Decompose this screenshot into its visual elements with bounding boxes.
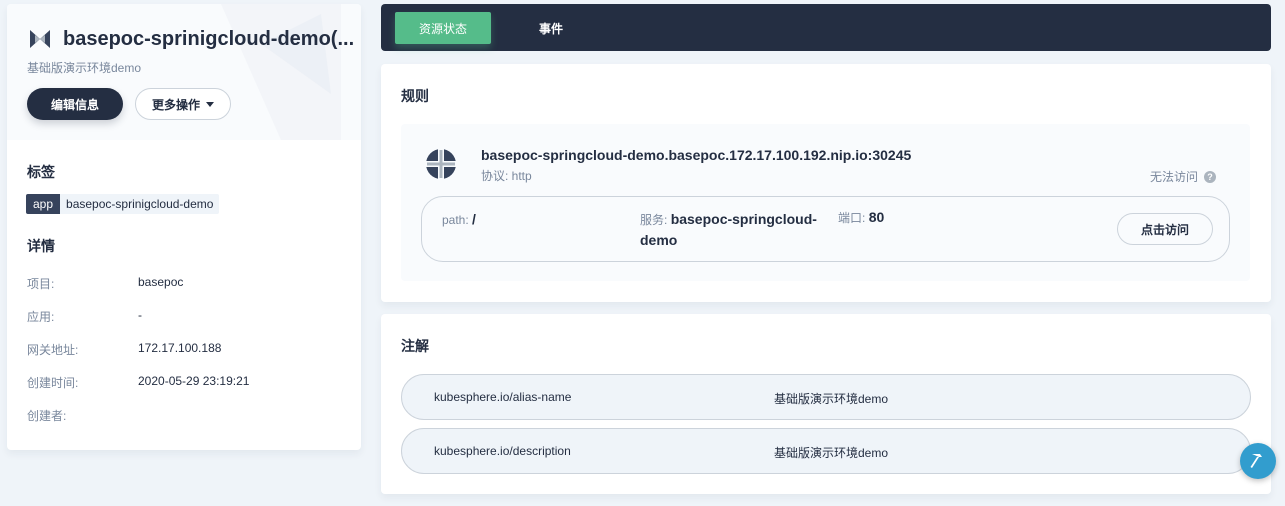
tab-bar: 资源状态 事件: [381, 4, 1271, 51]
service-value: basepoc-springcloud-demo: [640, 211, 817, 248]
annotations-title: 注解: [401, 338, 429, 354]
detail-value: basepoc: [138, 275, 184, 289]
port-value: 80: [868, 209, 885, 225]
detail-key: 应用:: [27, 310, 55, 324]
access-status: 无法访问 ?: [1150, 168, 1216, 185]
detail-key: 创建者:: [27, 409, 67, 423]
tab-events[interactable]: 事件: [527, 12, 575, 44]
globe-icon: [426, 149, 456, 179]
rule-item: basepoc-springcloud-demo.basepoc.172.17.…: [401, 124, 1250, 281]
caret-down-icon: [206, 101, 214, 107]
detail-key: 项目:: [27, 277, 55, 291]
detail-value: 2020-05-29 23:19:21: [138, 374, 250, 388]
path-label: path:: [442, 213, 469, 227]
annotation-value: 基础版演示环境demo: [774, 392, 889, 406]
details-title: 详情: [27, 238, 55, 254]
annotation-row: kubesphere.io/description 基础版演示环境demo: [401, 428, 1251, 474]
path-field: path: /: [442, 211, 476, 227]
label-value: basepoc-sprinigcloud-demo: [60, 194, 220, 214]
more-actions-button[interactable]: 更多操作: [135, 88, 231, 120]
rule-protocol: 协议: http: [481, 169, 532, 183]
path-entry: path: / 服务: basepoc-springcloud-demo 端口:…: [421, 196, 1230, 262]
label-tag: app basepoc-sprinigcloud-demo: [26, 194, 220, 214]
page-title: basepoc-sprinigcloud-demo(...: [63, 28, 355, 50]
detail-row-gateway: 网关地址: 172.17.100.188: [27, 341, 221, 358]
detail-row-project: 项目: basepoc: [27, 275, 183, 292]
edit-info-button[interactable]: 编辑信息: [27, 88, 123, 120]
port-field: 端口: 80: [838, 209, 884, 226]
toolbox-button[interactable]: [1240, 443, 1276, 479]
detail-row-created: 创建时间: 2020-05-29 23:19:21: [27, 374, 249, 391]
annotation-row: kubesphere.io/alias-name 基础版演示环境demo: [401, 374, 1251, 420]
tab-resource-status[interactable]: 资源状态: [395, 12, 491, 44]
background-decoration: [221, 4, 341, 140]
annotations-card: 注解 kubesphere.io/alias-name 基础版演示环境demo …: [381, 314, 1271, 494]
help-icon[interactable]: ?: [1204, 170, 1216, 183]
path-value: /: [472, 211, 476, 227]
detail-panel: basepoc-sprinigcloud-demo(... 基础版演示环境dem…: [7, 4, 361, 450]
detail-value: 172.17.100.188: [138, 341, 222, 355]
access-status-text: 无法访问: [1149, 170, 1198, 184]
rules-card: 规则 basepoc-springcloud-demo.basepoc.172.…: [381, 64, 1271, 302]
detail-value: -: [138, 308, 142, 322]
detail-key: 创建时间:: [27, 376, 79, 390]
rule-host: basepoc-springcloud-demo.basepoc.172.17.…: [481, 147, 912, 163]
annotation-key: kubesphere.io/alias-name: [434, 390, 572, 404]
port-label: 端口:: [838, 211, 866, 225]
detail-key: 网关地址:: [27, 343, 79, 357]
service-field: 服务: basepoc-springcloud-demo: [640, 209, 820, 251]
detail-row-app: 应用: -: [27, 308, 142, 325]
annotation-key: kubesphere.io/description: [434, 444, 571, 458]
hammer-icon: [1250, 454, 1262, 468]
visit-button[interactable]: 点击访问: [1117, 213, 1213, 245]
page-subtitle: 基础版演示环境demo: [27, 61, 142, 75]
labels-title: 标签: [27, 164, 55, 180]
more-actions-label: 更多操作: [151, 97, 200, 112]
detail-row-creator: 创建者:: [27, 407, 138, 424]
annotation-value: 基础版演示环境demo: [774, 446, 889, 460]
service-label: 服务:: [640, 213, 668, 227]
label-key: app: [26, 194, 61, 214]
detail-header: basepoc-sprinigcloud-demo(... 基础版演示环境dem…: [7, 4, 361, 140]
rules-title: 规则: [401, 88, 429, 104]
ingress-icon: [30, 30, 50, 48]
